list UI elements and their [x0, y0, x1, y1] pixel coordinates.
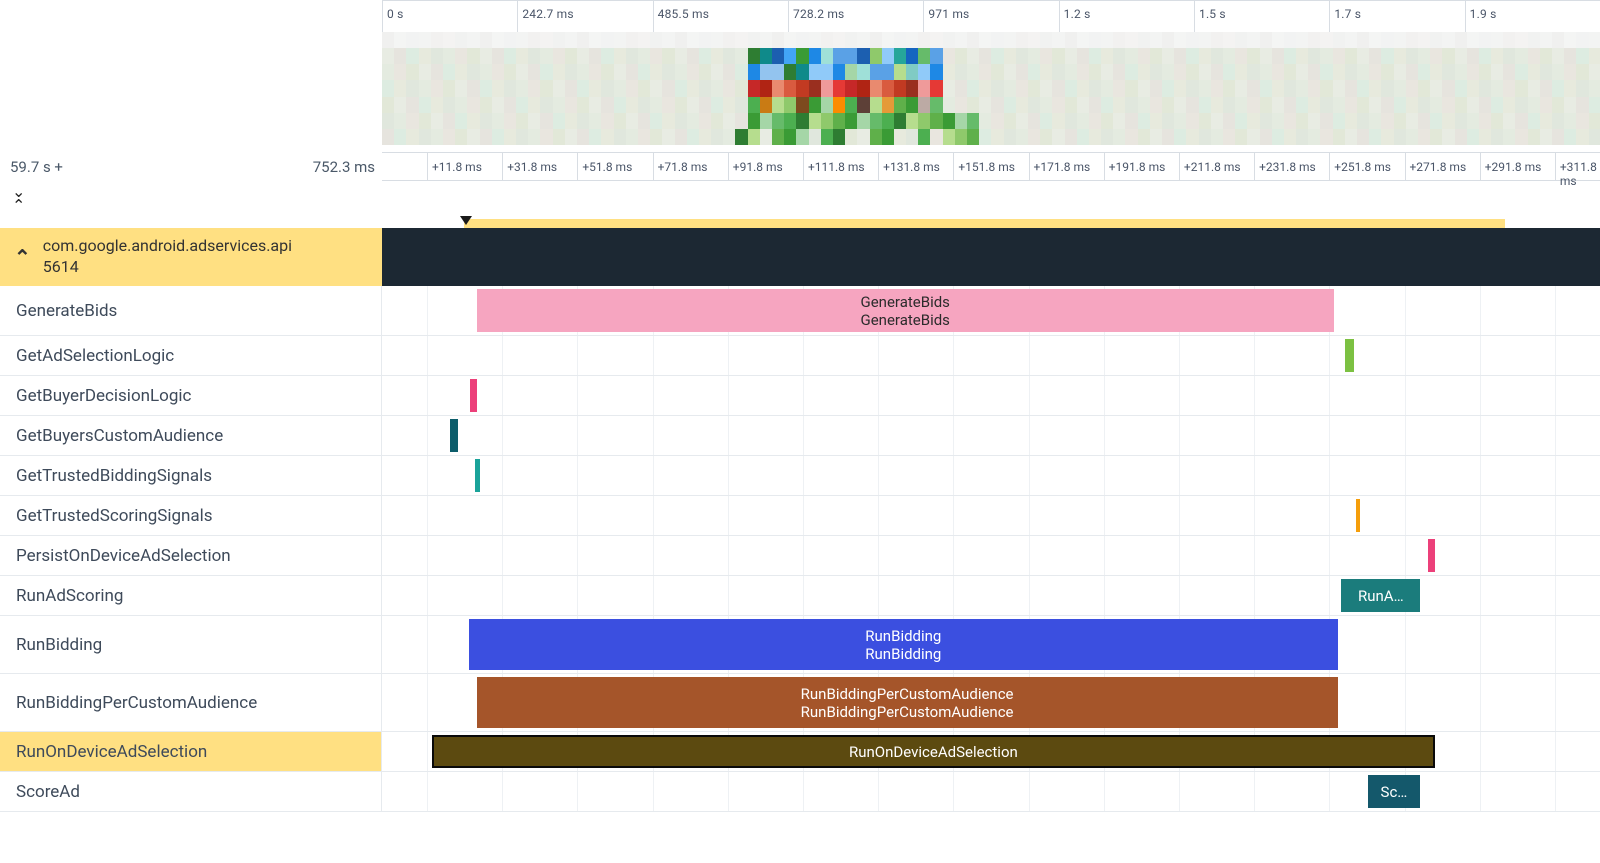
process-header[interactable]: ⌃ com.google.android.adservices.api 5614 — [0, 228, 1600, 286]
collapse-toggle[interactable]: ⌄ ⌄ — [0, 183, 382, 219]
track-label[interactable]: RunAdScoring — [0, 576, 382, 615]
trace-bar[interactable]: RunBiddingRunBidding — [469, 619, 1337, 670]
trace-bar-label: RunBiddingPerCustomAudience — [801, 703, 1014, 721]
track-lane[interactable] — [382, 536, 1600, 575]
process-name: com.google.android.adservices.api — [43, 236, 292, 257]
track-row[interactable]: GetAdSelectionLogic — [0, 336, 1600, 376]
trace-bar-label: GenerateBids — [861, 293, 950, 311]
track-label[interactable]: PersistOnDeviceAdSelection — [0, 536, 382, 575]
track-lane[interactable] — [382, 456, 1600, 495]
track-row[interactable]: RunOnDeviceAdSelection RunOnDeviceAdSelec… — [0, 732, 1600, 772]
ruler-tick: +91.8 ms — [728, 153, 783, 180]
trace-bar[interactable] — [450, 419, 458, 452]
track-label[interactable]: GetTrustedBiddingSignals — [0, 456, 382, 495]
ruler-tick: +211.8 ms — [1179, 153, 1241, 180]
trace-bar-label: GenerateBids — [861, 311, 950, 329]
track-lane[interactable] — [382, 336, 1600, 375]
track-row[interactable]: PersistOnDeviceAdSelection — [0, 536, 1600, 576]
minimap[interactable] — [382, 32, 1600, 145]
chevron-up-icon[interactable]: ⌃ — [14, 245, 31, 269]
trace-bar[interactable]: RunA… — [1341, 579, 1420, 612]
process-bar — [382, 228, 1600, 286]
ruler-tick: 1.2 s — [1059, 1, 1091, 32]
time-range-label: 752.3 ms — [313, 158, 375, 176]
track-row[interactable]: ScoreAd Sc… — [0, 772, 1600, 812]
track-lane[interactable]: RunA… — [382, 576, 1600, 615]
track-label[interactable]: GetTrustedScoringSignals — [0, 496, 382, 535]
trace-bar-label: RunA… — [1358, 587, 1404, 605]
ruler-tick: +131.8 ms — [878, 153, 940, 180]
trace-bar[interactable]: Sc… — [1368, 775, 1421, 808]
ruler-tick: 1.5 s — [1194, 1, 1226, 32]
ruler-tick: +151.8 ms — [953, 153, 1015, 180]
ruler-tick: +71.8 ms — [653, 153, 708, 180]
track-label[interactable]: ScoreAd — [0, 772, 382, 811]
track-lane[interactable]: GenerateBidsGenerateBids — [382, 286, 1600, 335]
ruler-tick: 1.7 s — [1329, 1, 1361, 32]
ruler-tick: 242.7 ms — [517, 1, 573, 32]
ruler-tick: +251.8 ms — [1329, 153, 1391, 180]
ruler-tick: 1.9 s — [1465, 1, 1497, 32]
ruler-tick: 971 ms — [923, 1, 969, 32]
track-label[interactable]: RunOnDeviceAdSelection — [0, 732, 382, 771]
track-label[interactable]: GenerateBids — [0, 286, 382, 335]
track-row[interactable]: GenerateBidsGenerateBidsGenerateBids — [0, 286, 1600, 336]
track-lane[interactable]: RunBiddingRunBidding — [382, 616, 1600, 673]
track-row[interactable]: RunBiddingPerCustomAudienceRunBiddingPer… — [0, 674, 1600, 732]
ruler-tick: 728.2 ms — [788, 1, 844, 32]
trace-bar[interactable]: RunOnDeviceAdSelection — [432, 735, 1436, 768]
trace-bar-label: Sc… — [1381, 783, 1408, 801]
trace-bar[interactable] — [475, 459, 481, 492]
track-row[interactable]: RunAdScoring RunA… — [0, 576, 1600, 616]
ruler-tick: 485.5 ms — [653, 1, 709, 32]
ruler-tick: 0 s — [382, 1, 404, 32]
track-lane[interactable] — [382, 496, 1600, 535]
trace-bar[interactable] — [470, 379, 476, 412]
ruler-tick: +231.8 ms — [1254, 153, 1316, 180]
chevron-up-icon: ⌄ — [12, 199, 25, 209]
playhead-marker-icon — [460, 216, 472, 225]
track-label[interactable]: GetBuyersCustomAudience — [0, 416, 382, 455]
ruler-tick: +111.8 ms — [803, 153, 865, 180]
process-pid: 5614 — [43, 257, 292, 278]
time-offset-label: 59.7 s + — [10, 158, 63, 176]
track-label[interactable]: GetAdSelectionLogic — [0, 336, 382, 375]
track-label[interactable]: GetBuyerDecisionLogic — [0, 376, 382, 415]
ruler-tick: +11.8 ms — [427, 153, 482, 180]
ruler-tick: +51.8 ms — [577, 153, 632, 180]
track-row[interactable]: GetBuyerDecisionLogic — [0, 376, 1600, 416]
process-title: com.google.android.adservices.api 5614 — [43, 236, 292, 278]
track-row[interactable]: GetTrustedScoringSignals — [0, 496, 1600, 536]
track-label[interactable]: RunBidding — [0, 616, 382, 673]
trace-bar[interactable] — [1356, 499, 1360, 532]
trace-bar-label: RunBidding — [865, 627, 941, 645]
ruler-tick: +291.8 ms — [1480, 153, 1542, 180]
ruler-tick: +31.8 ms — [502, 153, 557, 180]
track-lane[interactable] — [382, 376, 1600, 415]
trace-bar-label: RunOnDeviceAdSelection — [849, 743, 1018, 761]
track-list: GenerateBidsGenerateBidsGenerateBidsGetA… — [0, 286, 1600, 863]
track-lane[interactable]: RunBiddingPerCustomAudienceRunBiddingPer… — [382, 674, 1600, 731]
ruler-tick: +191.8 ms — [1104, 153, 1166, 180]
second-timeline-ruler[interactable]: 59.7 s + 752.3 ms +11.8 ms +31.8 ms +51.8 … — [0, 152, 1600, 181]
ruler-tick: +271.8 ms — [1405, 153, 1467, 180]
track-label[interactable]: RunBiddingPerCustomAudience — [0, 674, 382, 731]
selection-strip[interactable] — [464, 219, 1505, 228]
ruler-tick: +311.8 ms — [1555, 153, 1600, 180]
track-row[interactable]: GetTrustedBiddingSignals — [0, 456, 1600, 496]
top-timeline-ruler[interactable]: 0 s 242.7 ms 485.5 ms 728.2 ms 971 ms 1.2 s 1.… — [382, 0, 1600, 32]
trace-bar[interactable]: GenerateBidsGenerateBids — [477, 289, 1334, 332]
track-row[interactable]: GetBuyersCustomAudience — [0, 416, 1600, 456]
track-lane[interactable]: Sc… — [382, 772, 1600, 811]
trace-bar[interactable] — [1428, 539, 1436, 572]
trace-bar[interactable]: RunBiddingPerCustomAudienceRunBiddingPer… — [477, 677, 1338, 728]
trace-bar[interactable] — [1345, 339, 1354, 372]
ruler-tick: +171.8 ms — [1029, 153, 1091, 180]
track-row[interactable]: RunBiddingRunBiddingRunBidding — [0, 616, 1600, 674]
track-lane[interactable]: RunOnDeviceAdSelection — [382, 732, 1600, 771]
track-lane[interactable] — [382, 416, 1600, 455]
trace-bar-label: RunBidding — [865, 645, 941, 663]
trace-bar-label: RunBiddingPerCustomAudience — [801, 685, 1014, 703]
